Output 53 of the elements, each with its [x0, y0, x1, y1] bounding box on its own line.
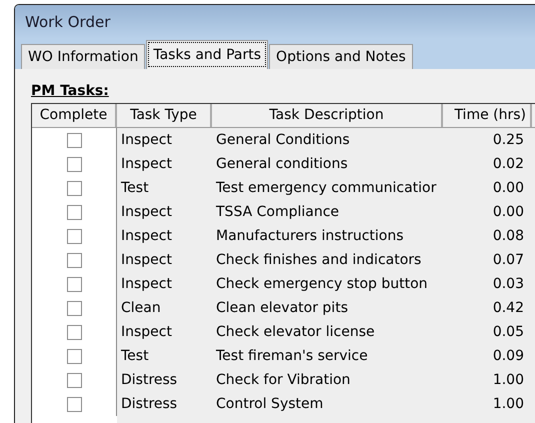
table-cell-text: Control System — [215, 395, 324, 414]
tab[interactable]: WO Information — [21, 44, 146, 69]
checkbox[interactable] — [66, 228, 82, 244]
table-cell-text: Test fireman's service — [215, 347, 369, 366]
table-cell-text: 0.00 — [492, 203, 525, 222]
table-cell-text: 1.00 — [492, 395, 525, 414]
table-cell-text: Distress — [120, 395, 178, 414]
checkbox[interactable] — [66, 276, 82, 292]
table-cell-text: Test — [120, 347, 150, 366]
table-cell-text: Check for Vibration — [215, 371, 352, 390]
table-cell-text: Check finishes and indicators — [215, 251, 422, 270]
tab[interactable]: Options and Notes — [269, 44, 413, 69]
table-cell-text: Test emergency communicatior — [215, 179, 438, 198]
table-cell-text: 1.00 — [492, 371, 525, 390]
table-cell-text: 0.07 — [492, 251, 525, 270]
checkbox[interactable] — [66, 324, 82, 340]
checkbox[interactable] — [66, 372, 82, 388]
section-title: PM Tasks: — [31, 83, 110, 99]
table-cell-text: Inspect — [120, 275, 173, 294]
table-cell-text: Clean — [120, 299, 162, 318]
table-cell-text: General conditions — [215, 155, 349, 174]
checkbox[interactable] — [66, 252, 82, 268]
table-cell-text: Inspect — [120, 131, 173, 150]
table-cell-text: 0.02 — [492, 155, 525, 174]
table-cell-text: Inspect — [120, 251, 173, 270]
table-cell-text: Check elevator license — [215, 323, 376, 342]
table-cell-text: Check emergency stop button — [215, 275, 429, 294]
table-cell-text: 0.03 — [492, 275, 525, 294]
checkbox[interactable] — [66, 348, 82, 364]
checkbox[interactable] — [66, 156, 82, 172]
checkbox[interactable] — [66, 132, 82, 148]
checkbox[interactable] — [66, 204, 82, 220]
table-cell-text: 0.25 — [492, 131, 525, 150]
table-cell-text: 0.42 — [492, 299, 525, 318]
table-cell-text: Test — [120, 179, 150, 198]
table-cell-text: TSSA Compliance — [215, 203, 340, 222]
checkbox[interactable] — [66, 180, 82, 196]
checkbox[interactable] — [66, 300, 82, 316]
table-cell-text: 0.00 — [492, 179, 525, 198]
table-cell-text: Distress — [120, 371, 178, 390]
table-cell-text: 0.09 — [492, 347, 525, 366]
table-cell-text: Inspect — [120, 323, 173, 342]
table-cell-text: Inspect — [120, 155, 173, 174]
table-cell-text: 0.05 — [492, 323, 525, 342]
tab[interactable]: Tasks and Parts — [146, 40, 268, 69]
table-cell-text: Inspect — [120, 203, 173, 222]
checkbox[interactable] — [66, 396, 82, 412]
table-cell-text: 0.08 — [492, 227, 525, 246]
table-cell-text: Clean elevator pits — [215, 299, 349, 318]
table-cell-text: Inspect — [120, 227, 173, 246]
window-title: Work Order — [25, 13, 110, 31]
table-cell-text: Manufacturers instructions — [215, 227, 405, 246]
table-cell-text: General Conditions — [215, 131, 351, 150]
